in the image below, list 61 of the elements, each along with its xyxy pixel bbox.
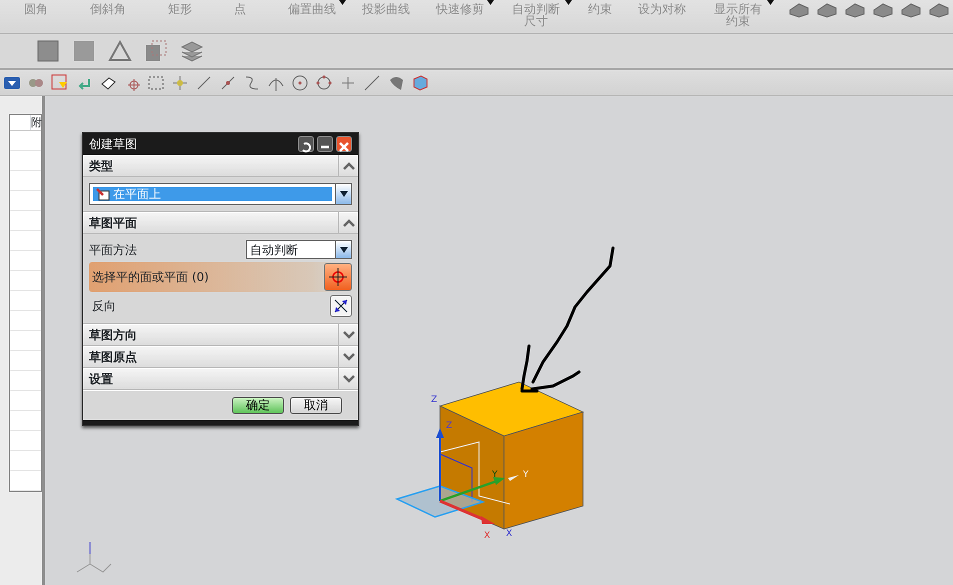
ribbon-command[interactable]: 显示所有约束 (706, 0, 770, 27)
line-icon[interactable] (195, 74, 213, 92)
dialog-button[interactable]: 取消 (290, 397, 342, 414)
section-header[interactable]: 草图原点 (83, 346, 358, 368)
ribbon-command[interactable]: 快速修剪 (430, 0, 490, 15)
view-triad-icon (76, 542, 112, 573)
axis-label: Y (492, 470, 498, 480)
ribbon-command[interactable]: 投影曲线 (356, 0, 416, 15)
reset-icon (300, 140, 312, 153)
pencil-icon (96, 188, 110, 200)
reverse-label: 反向 (91, 298, 116, 315)
axis-label: Z (431, 395, 438, 405)
axis-label: X (506, 529, 512, 539)
ribbon-command[interactable]: 偏置曲线 (282, 0, 342, 15)
ribbon-command[interactable]: 点 (228, 0, 252, 15)
type-dropdown[interactable]: 在平面上 (89, 183, 352, 205)
axis-label: Z (446, 421, 452, 431)
caret-icon (565, 0, 572, 5)
method-dropdown[interactable]: 自动判断 (246, 240, 352, 259)
axis-label: X (484, 531, 490, 541)
section-header[interactable]: 设置 (83, 368, 358, 390)
column-header[interactable]: 附 (31, 115, 41, 130)
reverse-direction-button[interactable] (330, 295, 352, 317)
circle-icon[interactable] (315, 74, 333, 92)
caret-icon (338, 246, 348, 254)
close-icon (338, 140, 350, 153)
triangle-icon[interactable] (108, 39, 132, 63)
sheet-icon[interactable] (36, 39, 60, 63)
caret-icon (767, 0, 774, 5)
frame-icon[interactable] (144, 39, 168, 63)
minimize-button[interactable] (317, 136, 333, 152)
dialog-button[interactable]: 确定 (232, 397, 284, 414)
section-header[interactable]: 类型 (83, 155, 358, 177)
reset-button[interactable] (298, 136, 314, 152)
line-icon[interactable] (219, 74, 237, 92)
curve-icon[interactable] (243, 74, 261, 92)
ribbon-command[interactable]: 约束 (582, 0, 618, 15)
crosshair-button[interactable] (324, 263, 352, 291)
ribbon-command[interactable]: 自动判断尺寸 (504, 0, 568, 27)
dashed-rectangle-icon[interactable] (147, 74, 165, 92)
selection-label: 选择平的面或平面 (0) (91, 269, 209, 286)
section-header[interactable]: 草图方向 (83, 324, 358, 346)
circle-icon[interactable] (291, 74, 309, 92)
ribbon-command[interactable]: 倒斜角 (84, 0, 132, 15)
caret-icon (487, 0, 494, 5)
layers-icon[interactable] (180, 39, 204, 63)
dropdown-arrow-button[interactable] (335, 241, 351, 258)
line-icon[interactable] (363, 74, 381, 92)
dropdown-arrow-button[interactable] (335, 184, 351, 204)
ribbon-command[interactable]: 矩形 (162, 0, 198, 15)
crosshair-icon (327, 266, 349, 288)
axis-label: Y (523, 470, 528, 480)
ribbon-command[interactable]: 设为对称 (632, 0, 692, 15)
caret-icon (339, 0, 346, 5)
filter-icon[interactable] (51, 74, 69, 92)
section-header[interactable]: 草图平面 (83, 212, 358, 234)
method-label: 平面方法 (89, 242, 137, 258)
dialog-title: 创建草图 (89, 136, 137, 153)
close-button[interactable] (336, 136, 352, 152)
ribbon-command[interactable]: 圆角 (18, 0, 54, 15)
caret-icon (338, 190, 348, 198)
